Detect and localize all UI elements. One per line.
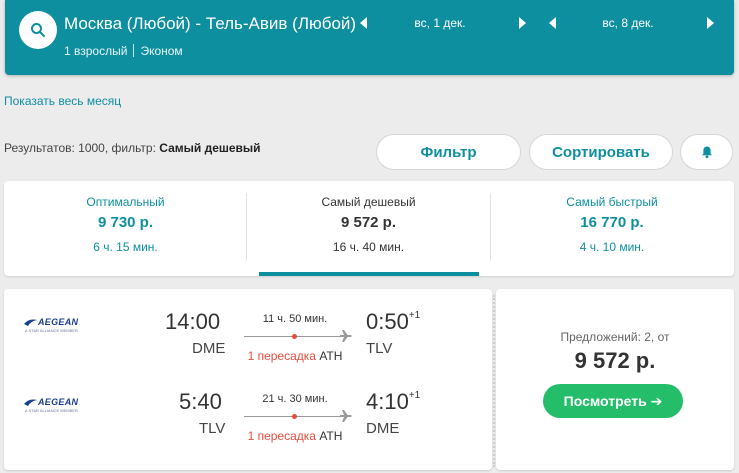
flight-duration: 11 ч. 50 мин. [262, 313, 328, 325]
passengers-count: 1 взрослый [64, 44, 128, 58]
departure-time: 14:00 [165, 309, 221, 334]
plane-icon [340, 410, 352, 422]
show-month-link[interactable]: Показать весь месяц [4, 94, 121, 108]
search-button[interactable] [19, 11, 57, 49]
plane-icon [340, 330, 352, 342]
search-icon [31, 23, 45, 37]
stopover-info: 1 пересадка ATH [235, 429, 355, 443]
airline-name: AEGEAN [38, 397, 79, 407]
aegean-bird-icon [24, 399, 37, 406]
passenger-info[interactable]: 1 взрослый Эконом [64, 44, 183, 58]
cabin-class: Эконом [140, 44, 183, 58]
tab-duration: 16 ч. 40 мин. [332, 240, 405, 254]
ticket-price: 9 572 р. [574, 348, 656, 373]
active-filter: Самый дешевый [159, 141, 261, 155]
stops-count: 1 пересадка [247, 349, 316, 363]
route-title[interactable]: Москва (Любой) - Тель-Авив (Любой) [64, 14, 356, 34]
results-count: Результатов: 1000, фильтр: [4, 141, 160, 155]
return-date[interactable]: вс, 8 дек. [578, 16, 678, 30]
tab-price: 9 572 р. [340, 214, 397, 231]
tab-optimal[interactable]: Оптимальный 9 730 р. 6 ч. 15 мин. [4, 181, 247, 276]
tab-duration: 6 ч. 15 мин. [93, 240, 158, 254]
divider [133, 44, 135, 57]
prev-depart-date-arrow-icon[interactable] [360, 17, 367, 29]
results-summary: Результатов: 1000, фильтр: Самый дешевый [4, 141, 261, 155]
departure-airport: DME [192, 340, 226, 357]
next-depart-date-arrow-icon[interactable] [519, 17, 526, 29]
day-offset: +1 [408, 389, 421, 401]
arrival-airport: DME [366, 420, 400, 437]
tab-price: 9 730 р. [97, 214, 154, 231]
bell-icon [701, 146, 712, 159]
day-offset: +1 [408, 309, 421, 321]
aegean-bird-icon [24, 319, 37, 326]
filter-button[interactable]: Фильтр [376, 134, 521, 170]
stopover-info: 1 пересадка ATH [235, 349, 355, 363]
tab-fastest[interactable]: Самый быстрый 16 770 р. 4 ч. 10 мин. [490, 181, 734, 276]
airline-logo: AEGEAN A STAR ALLIANCE MEMBER [23, 317, 83, 339]
arrival-airport: TLV [366, 340, 393, 357]
flight-duration: 21 ч. 30 мин. [262, 393, 328, 405]
price-panel: Предложений: 2, от 9 572 р. Посмотреть ➔ [496, 289, 734, 470]
arrival-time: 0:50+1 [366, 309, 420, 335]
sort-button[interactable]: Сортировать [529, 134, 673, 170]
airline-alliance: A STAR ALLIANCE MEMBER [25, 408, 78, 413]
stop-airport: ATH [319, 349, 343, 363]
active-tab-indicator [259, 272, 479, 276]
depart-date[interactable]: вс, 1 дек. [390, 16, 490, 30]
view-offer-button[interactable]: Посмотреть ➔ [543, 384, 683, 418]
flight-card[interactable]: AEGEAN A STAR ALLIANCE MEMBER 14:00 DME … [4, 289, 734, 470]
tab-label: Самый дешевый [321, 195, 416, 209]
prev-return-date-arrow-icon[interactable] [549, 17, 556, 29]
arrival-time-value: 0:50 [366, 309, 409, 334]
arrival-time-value: 4:10 [366, 389, 409, 414]
next-return-date-arrow-icon[interactable] [707, 17, 714, 29]
search-header: Москва (Любой) - Тель-Авив (Любой) 1 взр… [5, 0, 734, 75]
airline-name: AEGEAN [38, 317, 79, 327]
airline-logo: AEGEAN A STAR ALLIANCE MEMBER [23, 397, 83, 419]
stopover-dot [292, 334, 297, 339]
stopover-dot [292, 414, 297, 419]
tab-label: Самый быстрый [566, 195, 658, 209]
stops-count: 1 пересадка [247, 429, 316, 443]
tab-price: 16 770 р. [580, 214, 644, 231]
sort-tabs: Оптимальный 9 730 р. 6 ч. 15 мин. Самый … [4, 181, 734, 276]
departure-airport: TLV [199, 420, 226, 437]
airline-alliance: A STAR ALLIANCE MEMBER [25, 328, 78, 333]
flight-itinerary[interactable]: AEGEAN A STAR ALLIANCE MEMBER 14:00 DME … [4, 289, 492, 470]
tab-label: Оптимальный [86, 195, 165, 209]
offers-count: Предложений: 2, от [560, 330, 670, 344]
stop-airport: ATH [319, 429, 343, 443]
arrival-time: 4:10+1 [366, 389, 420, 415]
departure-time: 5:40 [179, 389, 222, 414]
ticket-perforation [493, 295, 495, 467]
tab-cheapest[interactable]: Самый дешевый 9 572 р. 16 ч. 40 мин. [247, 181, 490, 276]
price-alert-button[interactable] [680, 134, 733, 170]
tab-duration: 4 ч. 10 мин. [579, 240, 645, 254]
